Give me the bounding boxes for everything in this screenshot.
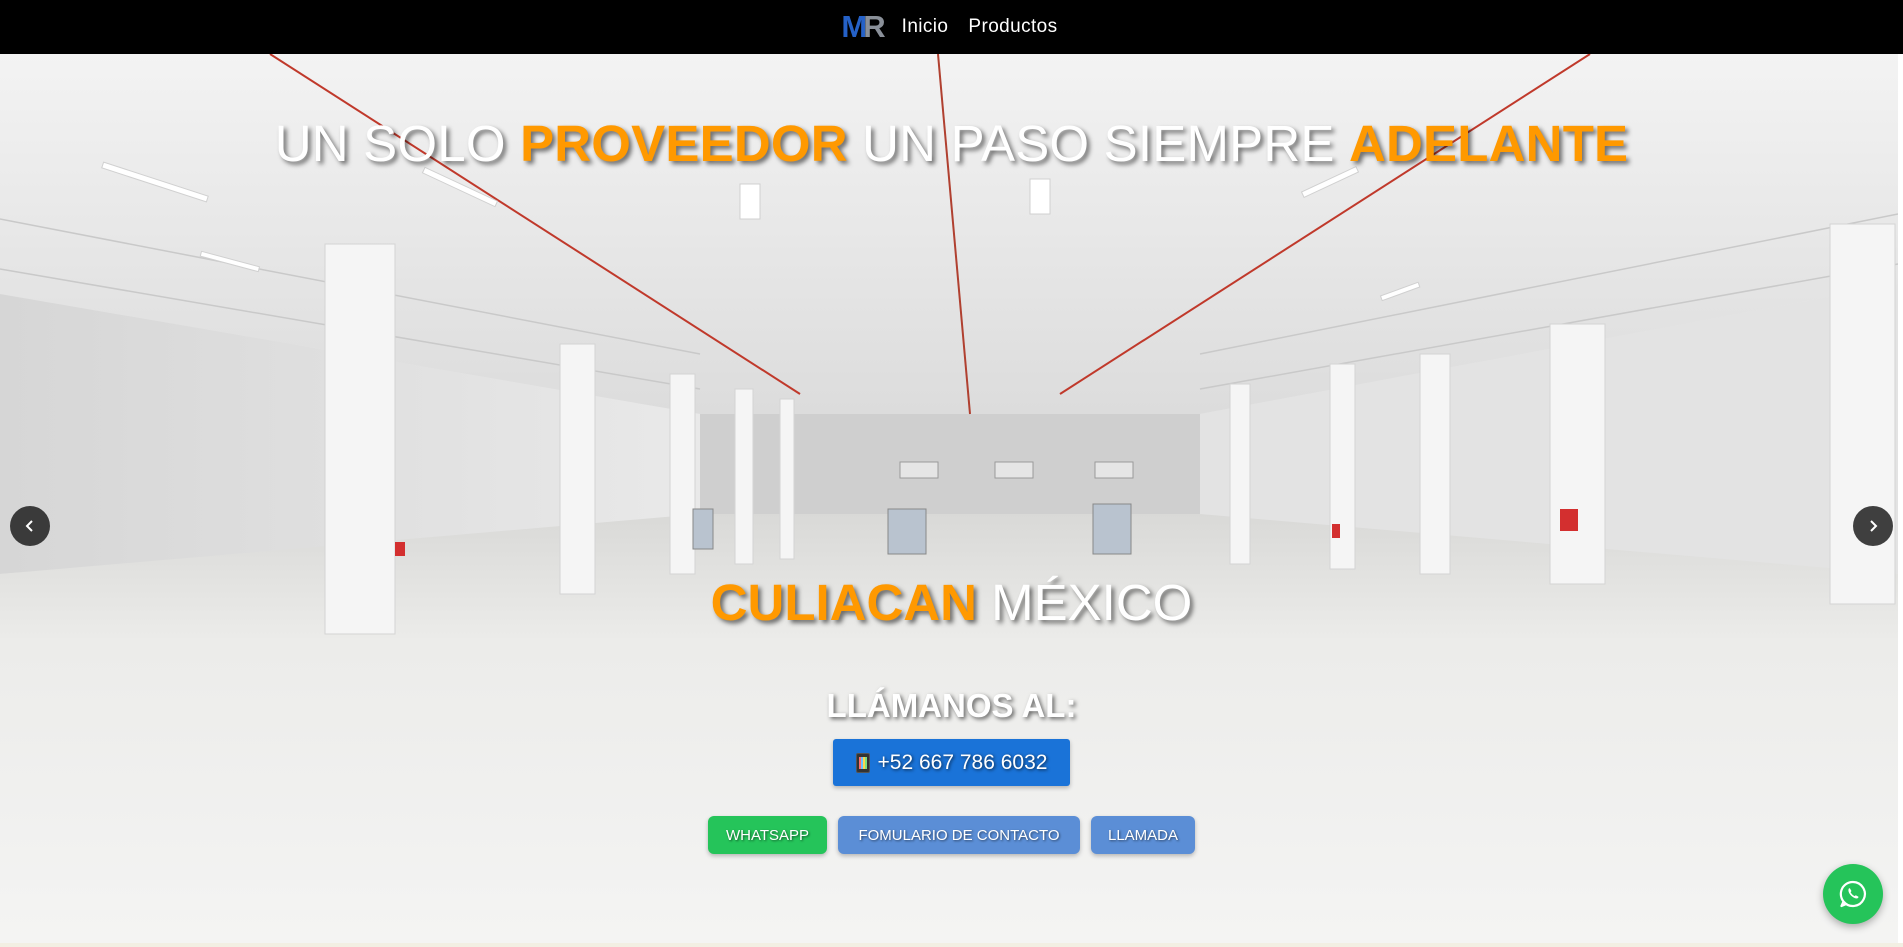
call-heading: LLÁMANOS AL: [826,687,1077,724]
headline-part1: UN SOLO [274,115,521,172]
location-city: CULIACAN [710,574,977,631]
contact-form-button[interactable]: FOMULARIO DE CONTACTO [838,816,1080,854]
hero-carousel [0,54,1898,943]
chevron-left-icon [25,520,33,532]
chevron-right-icon [1870,520,1878,532]
headline-accent-adelante: ADELANTE [1349,115,1629,172]
call-button[interactable]: LLAMADA [1091,816,1195,854]
nav-inner: MR Inicio Productos [841,9,1061,44]
page-edge [1898,54,1903,947]
logo-mark-r: R [863,9,886,44]
hero-location: CULIACAN MÉXICO [0,577,1903,628]
phone-number-button[interactable]: +52 667 786 6032 [833,739,1070,786]
location-country: MÉXICO [976,574,1193,631]
whatsapp-icon [1839,880,1866,908]
headline-part2: UN PASO SIEMPRE [847,115,1349,172]
smartphone-icon [855,752,870,773]
top-navbar: MR Inicio Productos [0,0,1903,54]
logo-mark: M [841,9,867,44]
headline-accent-proveedor: PROVEEDOR [520,115,848,172]
cta-button-row: WHATSAPP FOMULARIO DE CONTACTO LLAMADA [0,816,1903,854]
brand-logo[interactable]: MR [841,9,886,44]
hero-headline: UN SOLO PROVEEDOR UN PASO SIEMPRE ADELAN… [0,118,1903,169]
next-section-edge [0,943,1903,947]
whatsapp-button[interactable]: WHATSAPP [708,816,827,854]
whatsapp-floating-button[interactable] [1823,864,1883,924]
carousel-prev-button[interactable] [10,506,50,546]
nav-link-productos[interactable]: Productos [964,14,1061,40]
phone-number: +52 667 786 6032 [877,750,1048,774]
nav-link-inicio[interactable]: Inicio [898,14,953,40]
carousel-next-button[interactable] [1853,506,1893,546]
warehouse-background-image [0,54,1898,943]
